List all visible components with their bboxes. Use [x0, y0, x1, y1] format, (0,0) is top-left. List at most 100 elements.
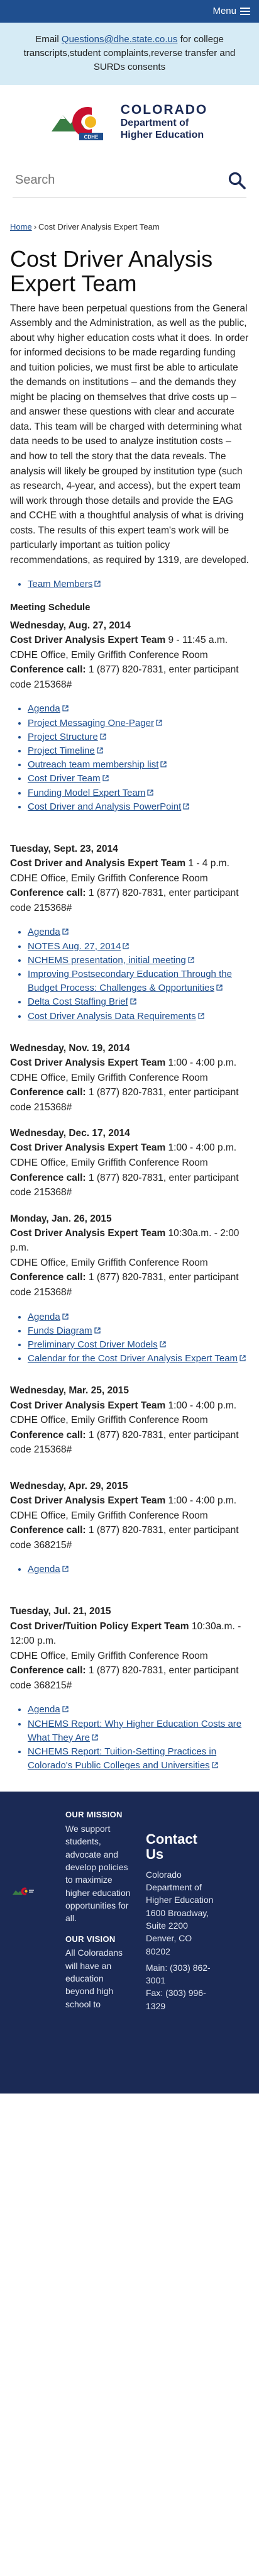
document-link[interactable]: Project Timeline — [28, 745, 95, 756]
list-item: Agenda — [28, 925, 249, 939]
document-link[interactable]: Agenda — [28, 1564, 60, 1575]
document-link[interactable]: Cost Driver and Analysis PowerPoint — [28, 801, 181, 812]
meeting-date: Wednesday, Dec. 17, 2014 — [10, 1128, 130, 1139]
document-link[interactable]: Agenda — [28, 927, 60, 937]
vision-heading: OUR VISION — [65, 1934, 116, 1944]
page-title: Cost Driver Analysis Expert Team — [10, 245, 213, 296]
document-link[interactable]: Cost Driver Team — [28, 773, 101, 784]
external-link-icon — [130, 998, 136, 1005]
meeting-details: Cost Driver Analysis Expert Team 9 - 11:… — [10, 633, 249, 648]
document-link[interactable]: Funds Diagram — [28, 1325, 92, 1336]
meeting-schedule-heading: Meeting Schedule — [10, 601, 91, 613]
external-link-icon — [102, 775, 109, 782]
conference-call-label: Conference call: — [10, 1087, 86, 1098]
document-link[interactable]: Delta Cost Staffing Brief — [28, 996, 128, 1007]
document-link[interactable]: NCHEMS Report: Tuition-Setting Practices… — [28, 1746, 216, 1771]
menu-button[interactable]: Menu — [212, 4, 250, 19]
external-link-icon — [62, 1706, 69, 1712]
document-link[interactable]: Agenda — [28, 703, 60, 714]
alert-banner: Email Questions@dhe.state.co.us for coll… — [0, 23, 259, 86]
meeting-call: Conference call: 1 (877) 820-7831, enter… — [10, 1663, 249, 1693]
list-item: Cost Driver and Analysis PowerPoint — [28, 800, 249, 814]
list-item: Project Timeline — [28, 744, 249, 758]
document-link[interactable]: NCHEMS Report: Why Higher Education Cost… — [28, 1719, 241, 1743]
meeting-team: Cost Driver Analysis Expert Team — [10, 1495, 166, 1507]
meeting-location: CDHE Office, Emily Griffith Conference R… — [10, 1510, 208, 1521]
meeting-block: Wednesday, Apr. 29, 2015 Cost Driver Anal… — [10, 1479, 249, 1577]
meeting-documents: Agenda NCHEMS Report: Why Higher Educatio… — [28, 1703, 249, 1773]
breadcrumb-current: Cost Driver Analysis Expert Team — [38, 222, 160, 232]
meeting-block: Tuesday, Jul. 21, 2015 Cost Driver/Tuitio… — [10, 1604, 249, 1773]
menu-label: Menu — [212, 5, 236, 16]
meeting-details: Cost Driver Analysis Expert Team 10:30a.… — [10, 1226, 249, 1256]
document-link[interactable]: Project Messaging One-Pager — [28, 718, 154, 728]
list-item: Agenda — [28, 1703, 249, 1717]
alert-prefix: Email — [35, 34, 62, 45]
conference-call-label: Conference call: — [10, 1272, 86, 1283]
contact-heading: Contact Us — [146, 1831, 197, 1863]
document-link[interactable]: Calendar for the Cost Driver Analysis Ex… — [28, 1353, 238, 1364]
document-link[interactable]: NOTES Aug. 27, 2014 — [28, 941, 121, 952]
meeting-date: Wednesday, Aug. 27, 2014 — [10, 620, 131, 632]
meeting-details: Cost Driver Analysis Expert Team 1:00 - … — [10, 1493, 249, 1508]
list-item: Project Messaging One-Pager — [28, 716, 249, 730]
conference-call-label: Conference call: — [10, 1665, 86, 1676]
document-link[interactable]: Project Structure — [28, 732, 98, 742]
logo-badge: CDHE — [84, 135, 98, 140]
meeting-documents: Agenda Project Messaging One-Pager Project… — [28, 702, 249, 814]
mission-heading: OUR MISSION — [65, 1810, 123, 1820]
breadcrumb-separator: › — [33, 222, 37, 232]
meeting-block: Wednesday, Mar. 25, 2015 Cost Driver Anal… — [10, 1383, 249, 1457]
logo-line-1: COLORADO — [120, 103, 208, 118]
meeting-team: Cost Driver Analysis Expert Team — [10, 1227, 166, 1239]
document-link[interactable]: Outreach team membership list — [28, 759, 158, 770]
document-link[interactable]: Funding Model Expert Team — [28, 788, 145, 798]
document-link[interactable]: Preliminary Cost Driver Models — [28, 1339, 158, 1350]
meeting-call: Conference call: 1 (877) 820-7831, enter… — [10, 1171, 249, 1200]
meeting-block: Tuesday, Sept. 23, 2014 Cost Driver and A… — [10, 842, 249, 1023]
footer-logo[interactable] — [13, 1886, 34, 1897]
site-footer: OUR MISSION We support students, advocat… — [0, 1792, 259, 2094]
breadcrumb-home-link[interactable]: Home — [10, 222, 32, 231]
cdhe-logo-mark[interactable]: CDHE — [51, 101, 114, 143]
meeting-documents: Agenda NOTES Aug. 27, 2014 NCHEMS presenta… — [28, 925, 249, 1023]
meeting-list: Wednesday, Aug. 27, 2014 Cost Driver Anal… — [10, 618, 249, 1773]
search-icon[interactable] — [228, 171, 246, 190]
list-item: Calendar for the Cost Driver Analysis Ex… — [28, 1352, 249, 1366]
document-link[interactable]: Agenda — [28, 1704, 60, 1715]
external-link-icon — [94, 1327, 101, 1334]
conference-call-label: Conference call: — [10, 1172, 86, 1183]
list-item: NCHEMS presentation, initial meeting — [28, 954, 249, 967]
list-item: NOTES Aug. 27, 2014 — [28, 940, 249, 954]
document-link[interactable]: Cost Driver Analysis Data Requirements — [28, 1011, 196, 1022]
search-input[interactable] — [13, 173, 228, 188]
contact-main-phone[interactable]: Main: (303) 862-3001 — [146, 1961, 215, 1987]
meeting-date: Wednesday, Mar. 25, 2015 — [10, 1385, 129, 1397]
list-item: Preliminary Cost Driver Models — [28, 1338, 249, 1352]
meeting-location: CDHE Office, Emily Griffith Conference R… — [10, 1072, 208, 1083]
external-link-icon — [183, 803, 189, 810]
conference-call-label: Conference call: — [10, 664, 86, 676]
logo-line-2: Department of — [120, 118, 189, 129]
external-link-icon — [62, 1566, 69, 1572]
contact-address: Colorado Department of Higher Education … — [146, 1869, 214, 1956]
meeting-details: Cost Driver and Analysis Expert Team 1 -… — [10, 856, 249, 871]
meeting-call: Conference call: 1 (877) 820-7831, enter… — [10, 1523, 249, 1553]
meeting-location: CDHE Office, Emily Griffith Conference R… — [10, 1157, 208, 1168]
document-link[interactable]: Improving Postsecondary Education Throug… — [28, 969, 232, 993]
conference-call-label: Conference call: — [10, 1525, 86, 1536]
meeting-time: 1:00 - 4:00 p.m. — [165, 1057, 237, 1068]
list-item: NCHEMS Report: Tuition-Setting Practices… — [28, 1745, 249, 1773]
document-link[interactable]: Agenda — [28, 1312, 60, 1322]
list-item: Team Members — [28, 577, 249, 591]
team-members-link[interactable]: Team Members — [28, 579, 92, 589]
external-link-icon — [160, 1341, 166, 1347]
footer-mission: OUR MISSION We support students, advocat… — [65, 1809, 133, 2019]
document-link[interactable]: NCHEMS presentation, initial meeting — [28, 955, 186, 966]
footer-contact: Contact Us Colorado Department of Higher… — [146, 1832, 215, 2012]
list-item: Agenda — [28, 1310, 249, 1324]
alert-email-link[interactable]: Questions@dhe.state.co.us — [62, 34, 178, 45]
